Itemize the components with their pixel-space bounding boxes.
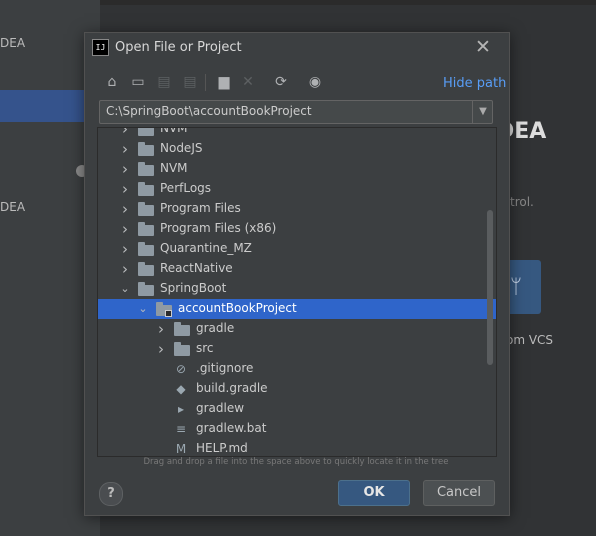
cancel-button[interactable]: Cancel xyxy=(423,480,495,506)
shell-script-icon: ▸ xyxy=(177,402,185,416)
tree-row[interactable]: ⌄ SpringBoot xyxy=(98,279,496,299)
path-input-value[interactable]: C:\SpringBoot\accountBookProject xyxy=(106,104,312,118)
path-history-dropdown[interactable]: ▼ xyxy=(472,101,493,123)
path-field[interactable]: C:\SpringBoot\accountBookProject ▼ xyxy=(99,100,493,124)
folder-icon xyxy=(138,128,154,136)
tree-row[interactable]: ◆ build.gradle xyxy=(98,379,496,399)
tree-row[interactable]: › ReactNative xyxy=(98,259,496,279)
tree-row-label: NVM xyxy=(160,161,188,175)
folder-icon xyxy=(138,222,154,236)
chevron-right-icon[interactable]: › xyxy=(118,159,132,179)
tree-row[interactable]: M HELP.md xyxy=(98,439,496,456)
tree-row[interactable]: › Program Files xyxy=(98,199,496,219)
tree-row[interactable]: ≡ gradlew.bat xyxy=(98,419,496,439)
tree-row-label: gradlew.bat xyxy=(196,421,267,435)
tree-row-label: NVM xyxy=(160,127,188,135)
drag-drop-hint: Drag and drop a file into the space abov… xyxy=(143,457,449,467)
desktop-icon[interactable]: ▭ xyxy=(127,71,149,93)
refresh-icon[interactable]: ⟳ xyxy=(270,71,292,93)
tree-row[interactable]: ⊘ .gitignore xyxy=(98,359,496,379)
tree-row[interactable]: › gradle xyxy=(98,319,496,339)
folder-icon xyxy=(174,342,190,356)
folder-icon xyxy=(138,202,154,216)
folder-icon xyxy=(138,282,154,296)
tree-row-label: src xyxy=(196,341,214,355)
chevron-right-icon[interactable]: › xyxy=(118,179,132,199)
close-icon[interactable]: ✕ xyxy=(475,36,491,58)
help-button[interactable]: ? xyxy=(99,482,123,506)
tree-row[interactable]: ▸ gradlew xyxy=(98,399,496,419)
ok-button[interactable]: OK xyxy=(338,480,410,506)
gitignore-file-icon: ⊘ xyxy=(175,362,187,376)
chevron-right-icon[interactable]: › xyxy=(118,199,132,219)
chevron-down-icon: ▼ xyxy=(479,106,487,117)
welcome-subtext: trol. xyxy=(510,195,534,209)
chevron-down-icon[interactable]: ⌄ xyxy=(136,299,150,319)
gradle-file-icon: ◆ xyxy=(176,382,186,396)
module-directory-icon[interactable]: ▤ xyxy=(179,71,201,93)
folder-icon xyxy=(138,142,154,156)
tree-row-label: Program Files xyxy=(160,201,241,215)
tree-row-label: gradle xyxy=(196,321,235,335)
tree-row[interactable]: › NodeJS xyxy=(98,139,496,159)
tree-row[interactable]: › NVM xyxy=(98,159,496,179)
open-file-dialog: IJ Open File or Project ✕ ⌂ ▭ ▤ ▤ ▆ ✕ ⟳ … xyxy=(84,32,510,516)
folder-icon xyxy=(138,162,154,176)
tree-row-label: gradlew xyxy=(196,401,245,415)
file-tree[interactable]: › NVM › NodeJS › NVM › PerfLogs › Program Files › P… xyxy=(97,127,497,457)
sidebar-selected-item[interactable] xyxy=(0,90,84,122)
folder-icon xyxy=(138,262,154,276)
folder-icon xyxy=(138,242,154,256)
new-folder-icon[interactable]: ▆ xyxy=(213,71,235,93)
dialog-titlebar[interactable]: IJ Open File or Project ✕ xyxy=(85,33,509,63)
tree-row[interactable]: ⌄ accountBookProject xyxy=(98,299,496,319)
show-hidden-files-icon[interactable]: ◉ xyxy=(304,71,326,93)
folder-icon xyxy=(138,182,154,196)
chevron-right-icon[interactable]: › xyxy=(118,128,132,139)
tree-row[interactable]: › PerfLogs xyxy=(98,179,496,199)
text-file-icon: ≡ xyxy=(175,422,187,436)
intellij-app-icon: IJ xyxy=(92,39,109,56)
tree-row-label: ReactNative xyxy=(160,261,233,275)
delete-icon[interactable]: ✕ xyxy=(237,71,259,93)
hide-path-link[interactable]: Hide path xyxy=(443,76,506,91)
project-folder-icon xyxy=(156,302,172,317)
chevron-right-icon[interactable]: › xyxy=(118,259,132,279)
tree-row-label: .gitignore xyxy=(196,361,254,375)
sidebar-text-1: DEA xyxy=(0,36,26,50)
vcs-icon: ᛘ xyxy=(510,274,522,298)
tree-row[interactable]: › Quarantine_MZ xyxy=(98,239,496,259)
tree-row[interactable]: › NVM xyxy=(98,127,496,139)
tree-row[interactable]: › Program Files (x86) xyxy=(98,219,496,239)
chevron-right-icon[interactable]: › xyxy=(118,239,132,259)
get-from-vcs-label: om VCS xyxy=(506,333,554,347)
tree-row-label: Program Files (x86) xyxy=(160,221,277,235)
tree-scrollbar-thumb[interactable] xyxy=(487,210,493,365)
sidebar-text-2: DEA xyxy=(0,200,26,214)
chevron-right-icon[interactable]: › xyxy=(118,219,132,239)
tree-row-label: build.gradle xyxy=(196,381,268,395)
folder-icon xyxy=(174,322,190,336)
tree-row-label: HELP.md xyxy=(196,441,248,455)
project-directory-icon[interactable]: ▤ xyxy=(153,71,175,93)
chevron-right-icon[interactable]: › xyxy=(154,339,168,359)
markdown-file-icon: M xyxy=(175,442,187,456)
tree-row-label: accountBookProject xyxy=(178,301,297,315)
dialog-title: Open File or Project xyxy=(115,40,242,55)
chevron-down-icon[interactable]: ⌄ xyxy=(118,279,132,299)
tree-row[interactable]: › src xyxy=(98,339,496,359)
tree-row-label: Quarantine_MZ xyxy=(160,241,252,255)
tree-row-label: SpringBoot xyxy=(160,281,227,295)
tree-row-label: NodeJS xyxy=(160,141,203,155)
chevron-right-icon[interactable]: › xyxy=(118,139,132,159)
tree-row-label: PerfLogs xyxy=(160,181,212,195)
toolbar-separator xyxy=(205,74,206,91)
chevron-right-icon[interactable]: › xyxy=(154,319,168,339)
home-icon[interactable]: ⌂ xyxy=(101,71,123,93)
